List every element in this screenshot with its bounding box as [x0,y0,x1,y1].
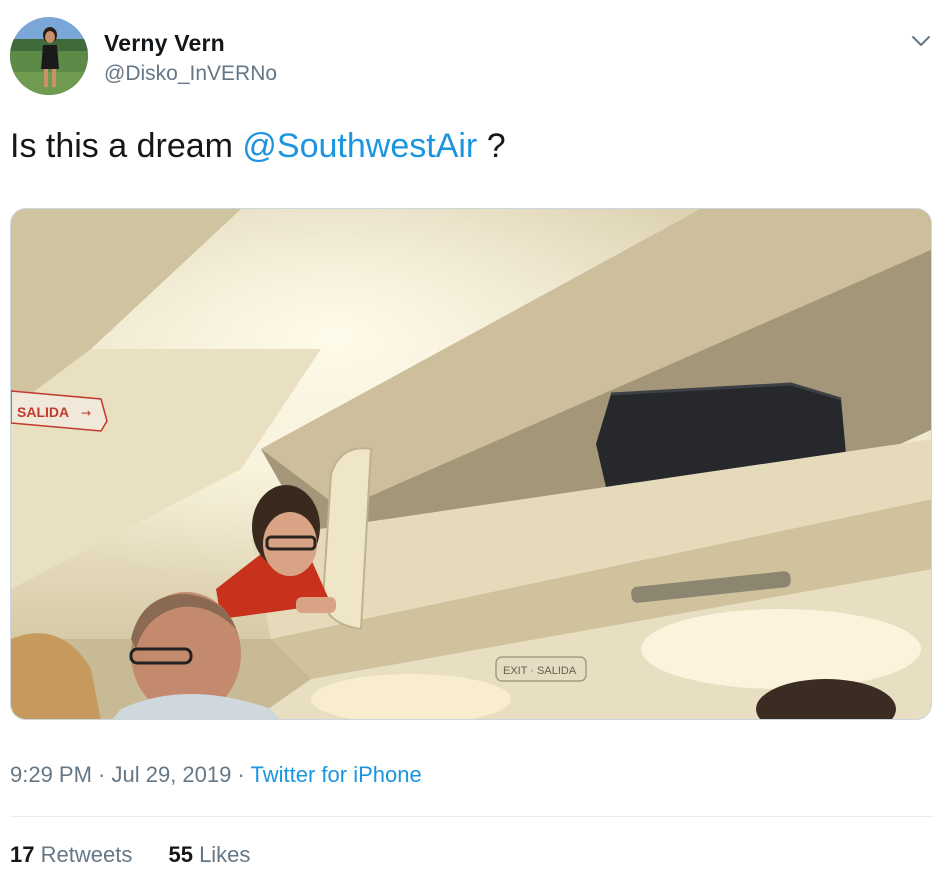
retweets-label: Retweets [40,842,133,867]
svg-text:SALIDA: SALIDA [17,404,69,420]
svg-text:→: → [81,406,91,420]
tweet-source-link[interactable]: Twitter for iPhone [251,762,422,787]
tweet-date[interactable]: Jul 29, 2019 [112,762,232,787]
likes-count: 55 [168,842,193,867]
retweets-count: 17 [10,842,35,867]
tweet-photo[interactable]: SALIDA → EXIT · SALIDA [10,208,932,720]
tweet-stats: 17 Retweets 55 Likes [10,842,250,868]
ceiling-exit-sign: EXIT · SALIDA [495,656,587,682]
meta-separator: · [91,762,112,787]
user-handle[interactable]: @Disko_InVERNo [104,62,277,86]
tweet-meta: 9:29 PM · Jul 29, 2019 · Twitter for iPh… [10,762,422,788]
mention-link[interactable]: @SouthwestAir [242,127,477,165]
avatar[interactable] [10,17,88,95]
likes-label: Likes [199,842,251,867]
divider [10,816,934,817]
chevron-down-icon[interactable] [908,28,934,54]
likes-stat[interactable]: 55 Likes [168,842,250,868]
svg-text:EXIT · SALIDA: EXIT · SALIDA [503,665,577,677]
display-name[interactable]: Verny Vern [104,30,225,57]
tweet-text-before: Is this a dream [10,127,243,165]
tweet-time[interactable]: 9:29 PM [10,762,92,787]
avatar-image [10,17,88,95]
retweets-stat[interactable]: 17 Retweets [10,842,132,868]
tweet-text-after: ? [477,127,506,165]
tweet-text: Is this a dream @SouthwestAir ? [10,124,506,168]
meta-separator: · [231,762,251,787]
cabin-photo: SALIDA → EXIT · SALIDA [11,209,931,719]
